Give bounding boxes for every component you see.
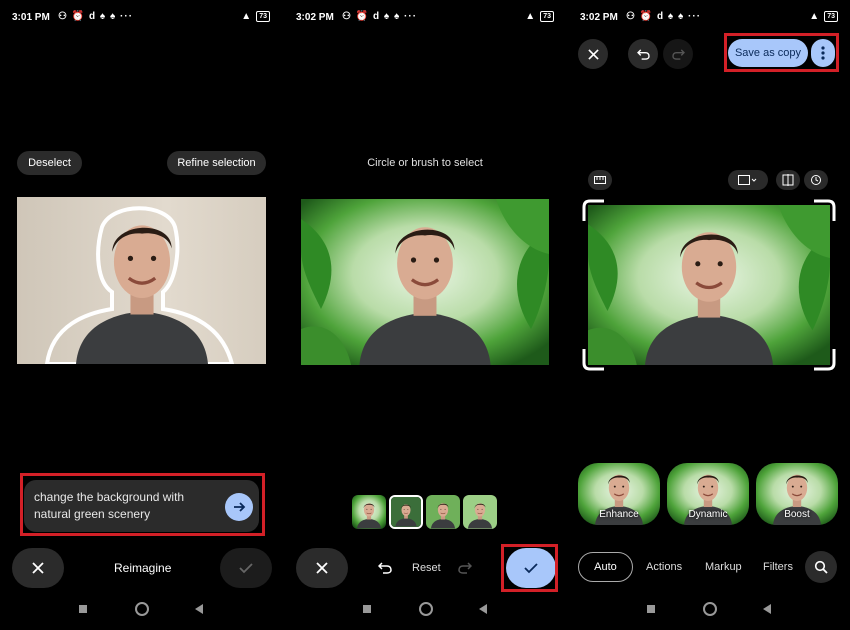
redo-icon [671, 48, 685, 60]
tab-filters[interactable]: Filters [763, 561, 793, 573]
highlight-prompt [20, 473, 265, 536]
recents-icon[interactable] [647, 605, 655, 613]
system-nav [284, 598, 566, 620]
status-time: 3:02 PM [580, 12, 618, 23]
close-button[interactable] [296, 548, 348, 588]
status-bar: 3:02 PM ⚇ ⏰ d ♠ ♠ ··· ▲ 73 [296, 10, 554, 26]
recents-icon[interactable] [363, 605, 371, 613]
notification-icons: ⚇ ⏰ d ♠ ♠ ··· [626, 11, 702, 22]
close-icon [587, 48, 599, 60]
status-right: ▲ 73 [525, 11, 554, 22]
panel-selection: 3:01 PM ⚇ ⏰ d ♠ ♠ ··· ▲ 73 Deselect Refi… [0, 0, 282, 630]
system-nav [0, 598, 282, 620]
selection-hint: Circle or brush to select [367, 157, 483, 169]
filter-boost[interactable]: Boost [756, 463, 838, 525]
wifi-icon: ▲ [525, 11, 536, 22]
redo-button[interactable] [457, 561, 473, 575]
battery-icon: 73 [540, 11, 554, 22]
undo-button[interactable] [377, 561, 393, 575]
filter-label: Boost [784, 509, 810, 520]
variation-thumb[interactable] [352, 495, 386, 529]
recents-icon[interactable] [79, 605, 87, 613]
back-icon[interactable] [479, 604, 487, 614]
system-nav [568, 598, 850, 620]
aspect-ratio-icon [738, 175, 757, 185]
check-icon [239, 563, 253, 574]
status-bar: 3:01 PM ⚇ ⏰ d ♠ ♠ ··· ▲ 73 [12, 10, 270, 26]
notification-icons: ⚇ ⏰ d ♠ ♠ ··· [342, 11, 418, 22]
filter-dynamic[interactable]: Dynamic [667, 463, 749, 525]
panel-edit-save: 3:02 PM ⚇ ⏰ d ♠ ♠ ··· ▲ 73 Save as copy [568, 0, 850, 630]
home-icon[interactable] [419, 602, 433, 616]
highlight-apply [501, 544, 558, 592]
home-icon[interactable] [135, 602, 149, 616]
close-button[interactable] [12, 548, 64, 588]
ruler-icon [594, 176, 606, 184]
close-icon [316, 562, 328, 574]
tab-auto[interactable]: Auto [578, 552, 633, 582]
back-icon[interactable] [763, 604, 771, 614]
status-bar: 3:02 PM ⚇ ⏰ d ♠ ♠ ··· ▲ 73 [580, 10, 838, 26]
tab-markup[interactable]: Markup [705, 561, 742, 573]
flip-icon [782, 174, 794, 186]
flip-button[interactable] [776, 170, 800, 190]
notification-icons: ⚇ ⏰ d ♠ ♠ ··· [58, 11, 134, 22]
redo-icon [458, 562, 472, 574]
reimagine-title: Reimagine [114, 561, 172, 575]
status-time: 3:02 PM [296, 12, 334, 23]
close-icon [32, 562, 44, 574]
battery-icon: 73 [256, 11, 270, 22]
wifi-icon: ▲ [241, 11, 252, 22]
panel-reimagine-results: 3:02 PM ⚇ ⏰ d ♠ ♠ ··· ▲ 73 Circle or bru… [284, 0, 566, 630]
reset-button[interactable]: Reset [412, 562, 441, 574]
wifi-icon: ▲ [809, 11, 820, 22]
filter-enhance[interactable]: Enhance [578, 463, 660, 525]
deselect-button[interactable]: Deselect [17, 151, 82, 175]
variation-thumb[interactable] [426, 495, 460, 529]
refine-selection-button[interactable]: Refine selection [167, 151, 266, 175]
home-icon[interactable] [703, 602, 717, 616]
undo-icon [378, 562, 392, 574]
variation-thumb-selected[interactable] [389, 495, 423, 529]
status-time: 3:01 PM [12, 12, 50, 23]
crop-handles[interactable] [582, 199, 836, 371]
redo-button[interactable] [663, 39, 693, 69]
undo-icon [636, 48, 650, 60]
filter-label: Dynamic [688, 509, 728, 520]
search-icon [814, 560, 828, 574]
rotate-icon [811, 175, 821, 185]
close-button[interactable] [578, 39, 608, 69]
aspect-ratio-button[interactable] [728, 170, 768, 190]
battery-icon: 73 [824, 11, 838, 22]
rotate-button[interactable] [804, 170, 828, 190]
undo-button[interactable] [628, 39, 658, 69]
confirm-button-disabled[interactable] [220, 548, 272, 588]
reimagined-photo [301, 199, 549, 365]
filter-label: Enhance [599, 509, 639, 520]
status-right: ▲ 73 [809, 11, 838, 22]
search-button[interactable] [805, 551, 837, 583]
green-background-photo [301, 199, 549, 365]
variation-thumb[interactable] [463, 495, 497, 529]
back-icon[interactable] [195, 604, 203, 614]
straighten-button[interactable] [588, 170, 612, 190]
photo-preview [17, 197, 266, 364]
selected-person [44, 206, 235, 364]
highlight-save [724, 33, 839, 72]
tab-actions[interactable]: Actions [646, 561, 682, 573]
status-right: ▲ 73 [241, 11, 270, 22]
